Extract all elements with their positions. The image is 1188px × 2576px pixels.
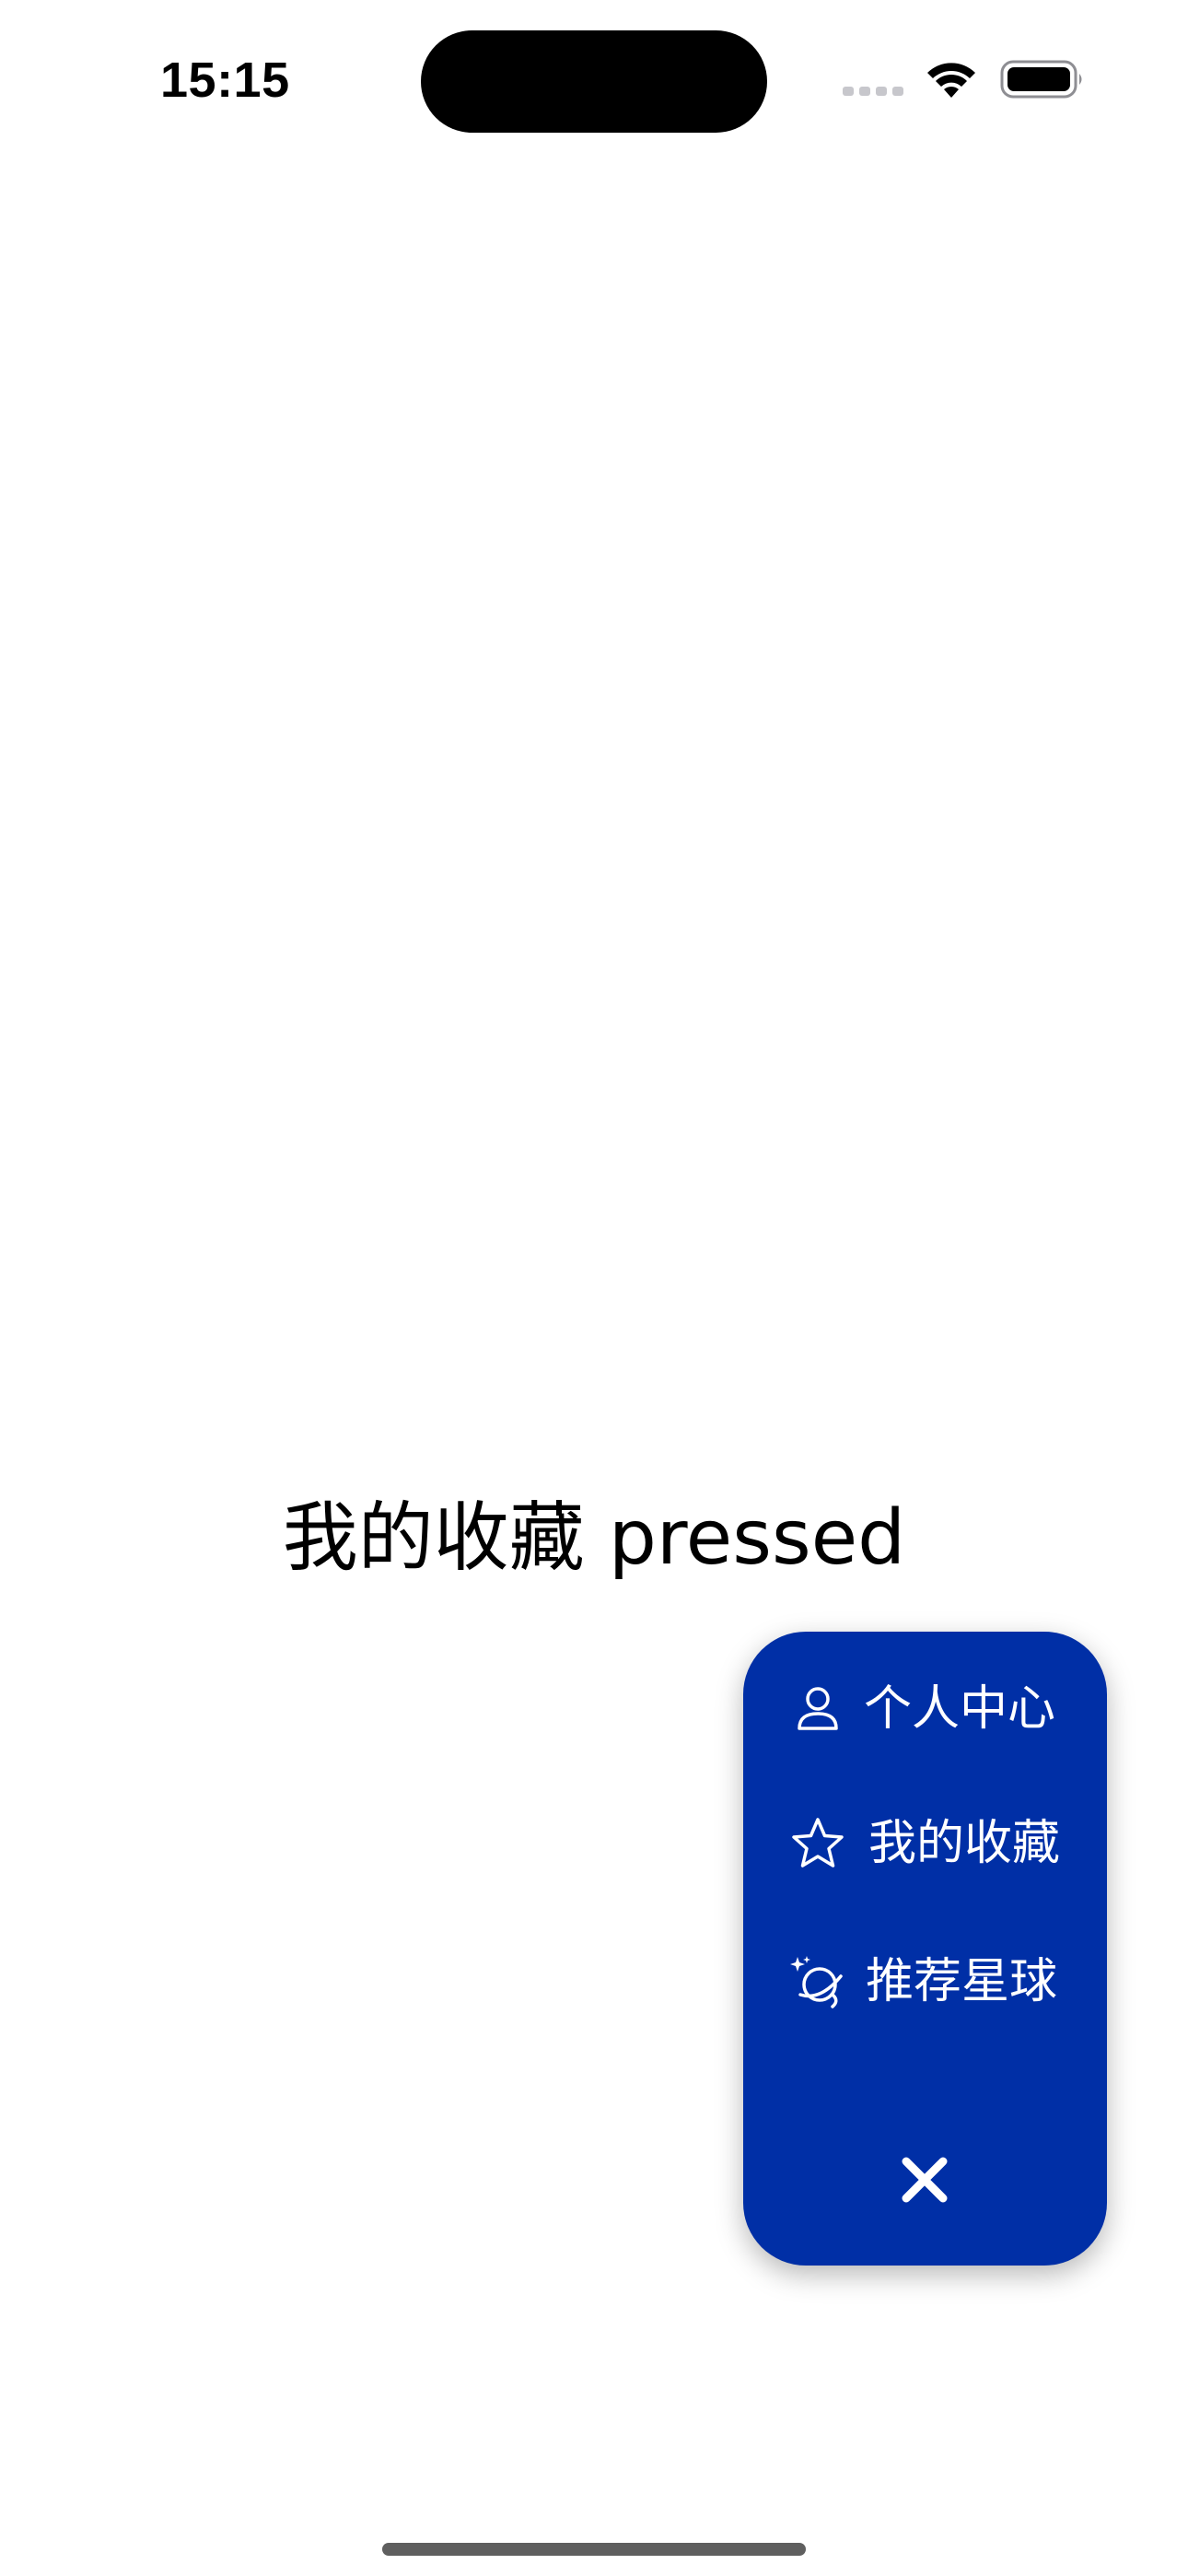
home-indicator[interactable] [382, 2543, 806, 2556]
dynamic-island [421, 30, 767, 133]
menu-item-favorites[interactable]: 我的收藏 [743, 1793, 1107, 1894]
floating-menu: 个人中心 我的收藏 推荐星球 [743, 1632, 1107, 2266]
status-time: 15:15 [160, 53, 290, 108]
person-icon [798, 1687, 838, 1730]
close-menu-button[interactable] [874, 2129, 975, 2231]
wifi-icon [927, 63, 975, 98]
cellular-signal-icon [843, 87, 903, 96]
status-bar: 15:15 [0, 0, 1188, 157]
menu-item-recommend[interactable]: 推荐星球 [743, 1931, 1107, 2032]
menu-item-label: 我的收藏 [868, 1816, 1061, 1871]
close-icon [902, 2157, 948, 2203]
menu-item-label: 个人中心 [864, 1681, 1056, 1737]
planet-sparkle-icon [790, 1956, 843, 2008]
battery-full-icon [1000, 60, 1082, 99]
menu-item-label: 推荐星球 [866, 1954, 1058, 2009]
star-icon [792, 1818, 844, 1868]
pressed-message: 我的收藏 pressed [282, 1494, 906, 1582]
menu-item-profile[interactable]: 个人中心 [743, 1658, 1107, 1760]
